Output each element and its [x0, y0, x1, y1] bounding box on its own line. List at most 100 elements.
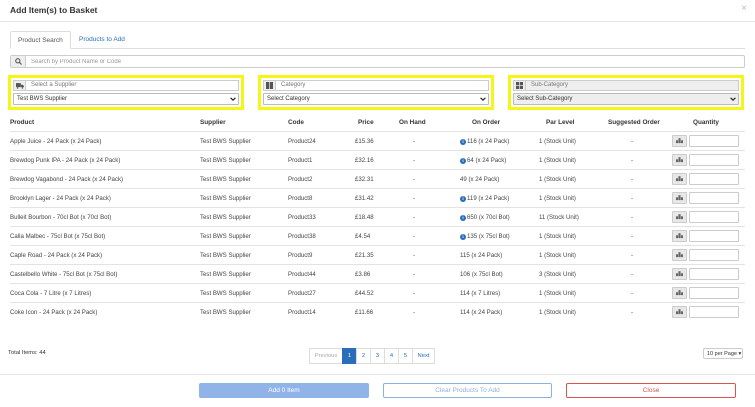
calculator-icon: [676, 157, 683, 163]
product-cell: Apple Juice - 24 Pack (x 24 Pack): [10, 138, 101, 145]
pagination: Previous 1 2 3 4 5 Next: [309, 348, 435, 364]
quantity-input[interactable]: [689, 192, 739, 204]
on-hand-cell-text: -: [413, 157, 416, 164]
quantity-calculator-button[interactable]: [672, 192, 687, 204]
page-1-button[interactable]: 1: [342, 348, 357, 364]
supplier-cell-text: Test BWS Supplier: [200, 233, 251, 240]
product-cell: Coke Icon - 24 Pack (x 24 Pack): [10, 309, 97, 316]
code-cell-text: Product14: [288, 309, 316, 316]
code-cell: Product1: [288, 157, 312, 164]
supplier-cell: Test BWS Supplier: [200, 195, 251, 202]
page-4-button[interactable]: 4: [384, 348, 399, 364]
suggested-order-cell-text: -: [631, 271, 634, 278]
quantity-calculator-button[interactable]: [672, 306, 687, 318]
quantity-input[interactable]: [689, 173, 739, 185]
subcategory-select[interactable]: Select Sub-Category: [513, 93, 739, 105]
tab-product-search[interactable]: Product Search: [10, 31, 71, 49]
suggested-order-cell: -: [631, 233, 633, 240]
close-icon[interactable]: ×: [741, 3, 747, 14]
supplier-cell: Test BWS Supplier: [200, 252, 251, 259]
table-row: Calla Malbec - 75cl Bot (x 75cl Bot) Test…: [10, 226, 745, 245]
code-cell: Product8: [288, 195, 312, 202]
page-2-button[interactable]: 2: [356, 348, 371, 364]
supplier-cell: Test BWS Supplier: [200, 157, 251, 164]
on-order-cell-text: 114 (x 7 Litres): [460, 290, 501, 297]
on-hand-cell: -: [413, 157, 415, 164]
par-level-cell: 1 (Stock Unit): [539, 138, 576, 145]
info-icon[interactable]: i: [460, 234, 466, 240]
on-hand-cell-text: -: [413, 290, 416, 297]
supplier-cell: Test BWS Supplier: [200, 271, 251, 278]
on-hand-cell-text: -: [413, 271, 416, 278]
search-bar: [10, 55, 745, 68]
quantity-calculator-button[interactable]: [672, 135, 687, 147]
par-level-cell-text: 1 (Stock Unit): [539, 176, 576, 183]
quantity-input[interactable]: [689, 211, 739, 223]
tab-products-to-add[interactable]: Products to Add: [72, 31, 132, 49]
code-cell-text: Product38: [288, 233, 316, 240]
quantity-calculator-button[interactable]: [672, 230, 687, 242]
on-order-cell: 49 (x 24 Pack): [460, 176, 499, 183]
category-select[interactable]: Select Category: [263, 93, 489, 105]
subcategory-select-value: Select Sub-Category: [517, 96, 573, 102]
quantity-input[interactable]: [689, 154, 739, 166]
quantity-calculator-button[interactable]: [672, 249, 687, 261]
on-order-cell-text: 49 (x 24 Pack): [460, 176, 500, 183]
quantity-input[interactable]: [689, 230, 739, 242]
product-cell: Coca Cola - 7 Litre (x 7 Litres): [10, 290, 91, 297]
quantity-input[interactable]: [689, 287, 739, 299]
calculator-icon: [676, 195, 683, 201]
product-cell-text: Brewdog Punk IPA - 24 Pack (x 24 Pack): [10, 157, 121, 164]
price-cell-text: £11.66: [355, 309, 374, 316]
on-order-cell-text: 135 (x 75cl Bot): [467, 233, 510, 240]
next-page-button[interactable]: Next: [412, 348, 435, 364]
supplier-select[interactable]: Test BWS Supplier: [13, 93, 239, 105]
per-page-select[interactable]: 10 per Page ▾: [703, 348, 743, 359]
quantity-calculator-button[interactable]: [672, 287, 687, 299]
suggested-order-cell: -: [631, 176, 633, 183]
on-hand-cell-text: -: [413, 214, 416, 221]
quantity-input[interactable]: [689, 135, 739, 147]
quantity-input[interactable]: [689, 268, 739, 280]
add-items-button[interactable]: Add 0 Item: [199, 383, 369, 398]
code-cell: Product27: [288, 290, 316, 297]
header-on-order: On Order: [472, 119, 501, 126]
quantity-input[interactable]: [689, 249, 739, 261]
on-order-cell: i 119 (x 24 Pack): [460, 195, 509, 202]
search-input[interactable]: [31, 56, 731, 67]
suggested-order-cell-text: -: [631, 309, 634, 316]
supplier-cell-text: Test BWS Supplier: [200, 271, 251, 278]
quantity-calculator-button[interactable]: [672, 154, 687, 166]
info-icon[interactable]: i: [460, 215, 466, 221]
on-hand-cell: -: [413, 252, 415, 259]
quantity-calculator-button[interactable]: [672, 268, 687, 280]
close-button[interactable]: Close: [566, 383, 736, 398]
suggested-order-cell: -: [631, 271, 633, 278]
on-order-cell: i 650 (x 70cl Bot): [460, 214, 510, 221]
par-level-cell-text: 3 (Stock Unit): [539, 271, 576, 278]
info-icon[interactable]: i: [460, 139, 466, 145]
supplier-cell: Test BWS Supplier: [200, 214, 251, 221]
search-icon[interactable]: [11, 56, 26, 67]
quantity-calculator-button[interactable]: [672, 211, 687, 223]
on-order-cell-text: 64 (x 24 Pack): [467, 157, 507, 164]
code-cell: Product9: [288, 252, 312, 259]
supplier-cell: Test BWS Supplier: [200, 176, 251, 183]
header-product: Product: [10, 119, 35, 126]
code-cell-text: Product24: [288, 138, 316, 145]
supplier-cell: Test BWS Supplier: [200, 233, 251, 240]
info-icon[interactable]: i: [460, 158, 466, 164]
previous-page-button[interactable]: Previous: [309, 348, 343, 364]
quantity-calculator-button[interactable]: [672, 173, 687, 185]
header-par-level: Par Level: [546, 119, 575, 126]
modal-title: Add Item(s) to Basket: [10, 5, 98, 15]
total-items: Total Items: 44: [8, 350, 46, 356]
par-level-cell-text: 11 (Stock Unit): [539, 214, 579, 221]
page-5-button[interactable]: 5: [398, 348, 413, 364]
page-3-button[interactable]: 3: [370, 348, 385, 364]
par-level-cell: 1 (Stock Unit): [539, 176, 576, 183]
quantity-input[interactable]: [689, 306, 739, 318]
clear-products-button[interactable]: Clear Products To Add: [383, 383, 552, 398]
info-icon[interactable]: i: [460, 196, 466, 202]
par-level-cell: 11 (Stock Unit): [539, 214, 579, 221]
